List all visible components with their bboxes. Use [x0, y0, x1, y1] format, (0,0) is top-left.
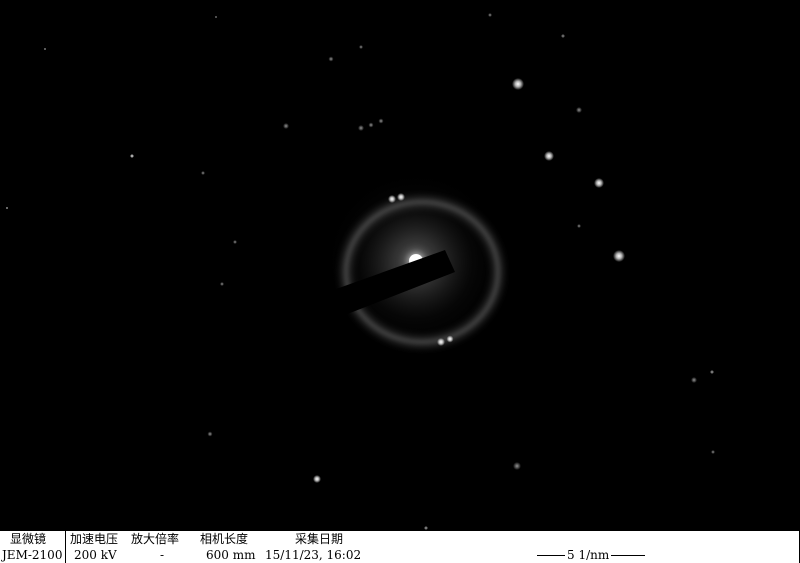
- microscope-value: JEM-2100: [2, 548, 63, 562]
- faint-spot: [201, 171, 205, 175]
- faint-spot: [368, 122, 374, 128]
- scale-bar: 5 1/nm: [537, 547, 646, 563]
- faint-spot: [6, 207, 8, 209]
- camera-length-value: 600 mm: [206, 548, 256, 562]
- diffraction-pattern-image: [0, 0, 800, 531]
- faint-spot: [359, 45, 363, 49]
- date-value: 15/11/23, 16:02: [265, 548, 362, 562]
- faint-spot: [378, 118, 384, 124]
- scale-bar-line-left: [537, 554, 565, 556]
- diffraction-spot: [513, 462, 521, 470]
- faint-spot: [44, 48, 46, 50]
- faint-spot: [215, 16, 217, 18]
- diffraction-spot: [512, 78, 524, 90]
- diffraction-spot: [437, 338, 445, 346]
- microscope-label: 显微镜: [10, 532, 47, 546]
- faint-spot: [488, 13, 492, 17]
- camera-length-label: 相机长度: [200, 532, 249, 546]
- diffraction-spot: [446, 335, 454, 343]
- faint-spot: [561, 34, 565, 38]
- magnification-label: 放大倍率: [131, 532, 180, 546]
- faint-spot: [130, 154, 134, 158]
- diffraction-spot: [313, 475, 321, 483]
- faint-spot: [577, 224, 581, 228]
- diffraction-spot: [544, 151, 554, 161]
- faint-spot: [358, 125, 364, 131]
- faint-spot: [207, 431, 213, 437]
- faint-spot: [691, 377, 697, 383]
- date-label: 采集日期: [295, 532, 344, 546]
- faint-spot: [328, 56, 334, 62]
- faint-spot: [233, 240, 237, 244]
- info-bar: 显微镜 JEM-2100 加速电压 200 kV 放大倍率 - 相机长度 600…: [0, 531, 800, 563]
- diffraction-spot: [594, 178, 604, 188]
- faint-spot: [576, 107, 582, 113]
- faint-spot: [710, 370, 714, 374]
- voltage-group: 加速电压 200 kV: [70, 531, 118, 563]
- diffraction-spot: [388, 195, 396, 203]
- magnification-value: -: [160, 548, 165, 562]
- faint-spot: [220, 282, 224, 286]
- diffraction-spot: [397, 193, 405, 201]
- date-group: 采集日期 15/11/23, 16:02: [265, 531, 361, 563]
- microscope-cell: 显微镜 JEM-2100: [0, 531, 66, 563]
- faint-spot: [711, 450, 715, 454]
- voltage-label: 加速电压: [70, 532, 119, 546]
- magnification-group: 放大倍率 -: [131, 531, 179, 563]
- scale-bar-line-right: [611, 554, 646, 556]
- faint-spot: [283, 123, 289, 129]
- diffraction-spot: [613, 250, 625, 262]
- camera-length-group: 相机长度 600 mm: [200, 531, 255, 563]
- scale-bar-label: 5 1/nm: [567, 548, 610, 562]
- faint-spot: [424, 526, 428, 530]
- voltage-value: 200 kV: [74, 548, 117, 562]
